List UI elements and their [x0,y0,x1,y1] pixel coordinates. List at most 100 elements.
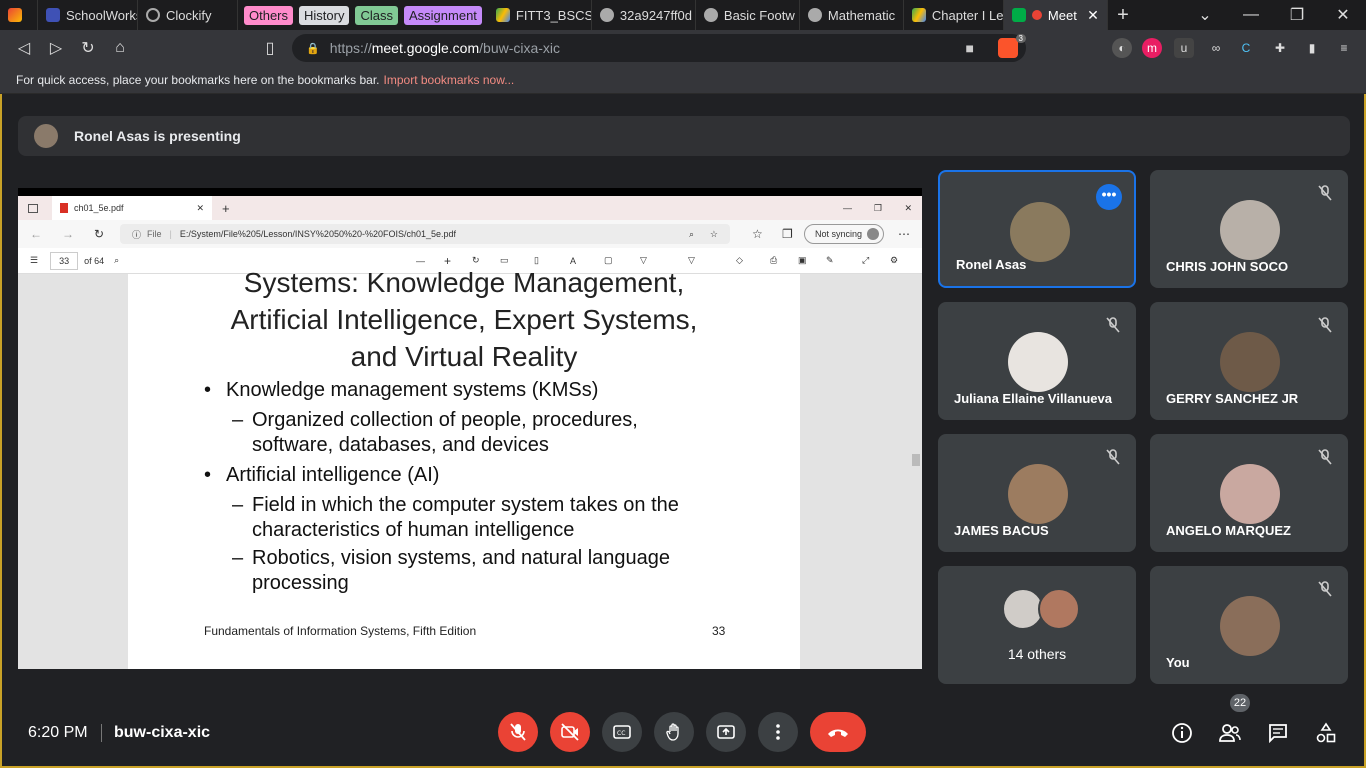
home-icon[interactable]: ⌂ [104,39,136,57]
tab-label: Chapter I Le [931,7,1004,23]
slide-footer: Fundamentals of Information Systems, Fif… [204,624,477,638]
new-tab-button[interactable]: + [1108,4,1138,27]
bookmark-icon[interactable]: ▯ [254,38,286,58]
tab-32a9247[interactable]: 32a9247ff0d [592,0,696,30]
participant-tile[interactable]: Juliana Ellaine Villanueva [938,302,1136,420]
recording-icon [1031,10,1042,20]
captions-button[interactable]: CC [602,712,642,752]
present-button[interactable] [706,712,746,752]
mic-off-icon [1318,317,1332,333]
participant-tile[interactable]: ANGELO MARQUEZ [1150,434,1348,552]
import-bookmarks-link[interactable]: Import bookmarks now... [384,73,515,87]
url-scheme: https:// [329,40,372,56]
leave-call-button[interactable] [810,712,866,752]
tab-group-class[interactable]: Class [355,5,398,25]
reload-icon[interactable]: ↻ [94,227,104,241]
restore-icon[interactable]: ❐ [874,203,882,214]
restore-icon[interactable]: ❐ [1274,5,1320,25]
zoom-icon[interactable]: ⌕ [689,229,694,240]
camera-toggle-button[interactable] [550,712,590,752]
hand-icon [666,723,679,741]
extension-icon[interactable]: ◐ [1112,38,1132,58]
close-icon[interactable]: ✕ [1087,7,1099,24]
browser-toolbar: ◁ ▷ ↻ ⌂ ▯ 🔒 https://meet.google.com/buw-… [0,30,1366,66]
save-as-icon[interactable]: ✎ [826,255,834,266]
close-window-icon[interactable]: ✕ [904,203,912,214]
activities-button[interactable] [1313,720,1339,746]
more-options-icon[interactable]: ••• [1096,184,1122,210]
tab-meet[interactable]: Meet ✕ [1003,0,1108,30]
avatar [1220,596,1280,656]
participant-tile[interactable]: ••• Ronel Asas [938,170,1136,288]
close-icon[interactable]: ✕ [196,203,204,214]
people-button[interactable] [1217,720,1243,746]
minimize-icon[interactable]: — [1228,6,1274,24]
tab-basic-footwork[interactable]: Basic Footw [696,0,800,30]
camera-icon[interactable]: ■ [966,40,974,56]
ublock-icon[interactable]: u [1174,38,1194,58]
participant-tile[interactable]: GERRY SANCHEZ JR [1150,302,1348,420]
extension-icon[interactable]: C [1236,38,1256,58]
sub-bullet: – Robotics, vision systems, and natural l… [232,547,671,569]
url-path: /buw-cixa-xic [479,40,561,56]
tab-fitt3[interactable]: FITT3_BSCS2 [488,0,592,30]
address-bar[interactable]: 🔒 https://meet.google.com/buw-cixa-xic ■ [292,34,1026,62]
edge-tab[interactable]: ch01_5e.pdf ✕ [52,196,212,220]
participant-name: CHRIS JOHN SOCO [1166,259,1289,274]
mic-toggle-button[interactable] [498,712,538,752]
tab-group-history[interactable]: History [299,5,350,25]
menu-icon[interactable]: ≡ [1334,38,1354,58]
close-window-icon[interactable]: ✕ [1320,5,1366,25]
participant-tile[interactable]: JAMES BACUS [938,434,1136,552]
minimize-icon[interactable]: — [843,203,852,213]
puzzle-icon[interactable]: ✚ [1270,38,1290,58]
settings-icon[interactable]: ⚙ [890,255,898,266]
more-options-button[interactable] [758,712,798,752]
more-icon[interactable]: ⋯ [898,227,910,241]
others-tile[interactable]: 14 others [938,566,1136,684]
search-icon[interactable]: ⌕ [114,255,119,266]
tab-group-others[interactable]: Others [244,5,294,25]
extension-icon[interactable]: m [1142,38,1162,58]
back-icon[interactable]: ← [30,227,42,241]
tab-gmail[interactable] [0,0,38,30]
camera-off-icon [561,723,579,741]
divider [101,724,102,742]
brave-shield-icon[interactable]: 3 [998,34,1026,58]
others-count: 14 others [1007,646,1067,662]
edge-address-bar[interactable]: ⓘ File | E:/System/File%205/Lesson/INSY%… [120,224,730,244]
not-syncing-button[interactable]: Not syncing [804,224,884,244]
participant-tile[interactable]: CHRIS JOHN SOCO [1150,170,1348,288]
edge-address-row: ← → ↻ ⓘ File | E:/System/File%205/Lesson… [18,220,922,248]
tab-chapter-1[interactable]: Chapter I Le [904,0,1004,30]
tab-group-assignment[interactable]: Assignment [403,5,482,25]
tab-clockify[interactable]: Clockify [138,0,238,30]
collections-icon[interactable]: ❐ [782,227,793,241]
raise-hand-button[interactable] [654,712,694,752]
favorite-icon[interactable]: ☆ [710,229,718,240]
tab-schoolworks[interactable]: SchoolWorks [38,0,138,30]
self-tile[interactable]: You [1150,566,1348,684]
extension-icon[interactable]: ∞ [1206,38,1226,58]
participant-name: GERRY SANCHEZ JR [1166,391,1299,406]
contents-icon[interactable]: ☰ [30,255,38,266]
file-label: File [147,229,162,239]
chat-button[interactable] [1265,720,1291,746]
scrollbar[interactable] [912,454,920,466]
bullet: • Artificial intelligence (AI) [204,464,440,486]
tab-mathematics[interactable]: Mathematic [800,0,904,30]
sidebar-icon[interactable]: ▮ [1302,38,1322,58]
favorites-icon[interactable]: ☆ [752,227,763,241]
forward-icon[interactable]: ▷ [40,38,72,58]
bookmarks-hint: For quick access, place your bookmarks h… [16,72,380,87]
mic-off-icon [1318,581,1332,597]
reload-icon[interactable]: ↻ [72,38,104,58]
avatar [1008,332,1068,392]
new-tab-icon[interactable]: + [222,201,230,216]
forward-icon[interactable]: → [62,227,74,241]
meeting-details-button[interactable] [1169,720,1195,746]
fullscreen-icon[interactable]: ⤢ [862,255,869,266]
page-input[interactable]: 33 [50,251,79,270]
back-icon[interactable]: ◁ [8,38,40,58]
chevron-down-icon[interactable]: ⌄ [1182,5,1228,25]
